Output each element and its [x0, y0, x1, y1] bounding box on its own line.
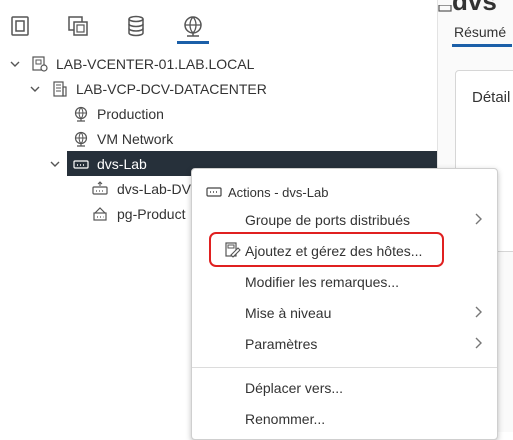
active-tab-indicator — [452, 44, 512, 47]
tree-node-vm-network[interactable]: VM Network — [0, 126, 437, 151]
menu-item-distributed-port-group[interactable]: Groupe de ports distribués — [192, 207, 497, 233]
menu-item-rename[interactable]: Renommer... — [192, 406, 497, 432]
menu-item-add-manage-hosts[interactable]: Ajoutez et gérez des hôtes... — [192, 238, 497, 264]
menu-item-label: Ajoutez et gérez des hôtes... — [245, 243, 423, 259]
tab-summary[interactable]: Résumé — [454, 24, 506, 40]
chevron-down-icon[interactable] — [9, 58, 21, 70]
portgroup-icon — [92, 206, 108, 222]
tree-node-label: LAB-VCENTER-01.LAB.LOCAL — [56, 55, 255, 72]
details-card-title: Détail — [472, 89, 511, 106]
chevron-right-icon — [473, 336, 483, 353]
navigator-tabs — [0, 0, 437, 44]
chevron-right-icon — [473, 305, 483, 322]
tree-node-datacenter[interactable]: LAB-VCP-DCV-DATACENTER — [0, 76, 437, 101]
menu-item-label: Paramètres — [245, 336, 318, 352]
tree-node-production[interactable]: Production — [0, 101, 437, 126]
tree-node-label: LAB-VCP-DCV-DATACENTER — [76, 80, 267, 97]
tree-node-label: VM Network — [97, 130, 174, 147]
menu-item-edit-notes[interactable]: Modifier les remarques... — [192, 269, 497, 295]
hosts-and-clusters-icon[interactable] — [6, 12, 34, 40]
storage-icon[interactable] — [122, 12, 150, 40]
distributed-switch-icon — [73, 156, 89, 172]
chevron-right-icon — [473, 212, 483, 229]
networking-icon[interactable] — [177, 12, 209, 44]
distributed-switch-icon — [206, 186, 222, 198]
context-menu: Actions - dvs-Lab Groupe de ports distri… — [191, 168, 498, 440]
tree-node-label: dvs-Lab — [97, 155, 147, 172]
tree-node-label: Production — [97, 105, 164, 122]
menu-item-label: Renommer... — [245, 411, 326, 427]
tree-node-label: dvs-Lab-DV — [117, 180, 191, 197]
vcenter-icon — [32, 55, 48, 72]
tree-node-vcenter[interactable]: LAB-VCENTER-01.LAB.LOCAL — [0, 51, 437, 76]
menu-item-label: Groupe de ports distribués — [245, 212, 410, 228]
menu-item-label: Mise à niveau — [245, 305, 332, 321]
context-menu-header: Actions - dvs-Lab — [206, 183, 328, 201]
chevron-down-icon[interactable] — [49, 158, 61, 170]
menu-item-settings[interactable]: Paramètres — [192, 331, 497, 357]
menu-item-label: Déplacer vers... — [245, 380, 344, 396]
vms-and-templates-icon[interactable] — [64, 12, 92, 40]
menu-item-move-to[interactable]: Déplacer vers... — [192, 375, 497, 401]
tree-node-label: pg-Product — [117, 205, 186, 222]
add-manage-hosts-icon — [225, 242, 241, 261]
distributed-switch-icon — [438, 0, 452, 18]
network-icon — [73, 131, 89, 147]
datacenter-icon — [52, 80, 68, 97]
menu-separator — [192, 367, 497, 368]
context-menu-title: Actions - dvs-Lab — [228, 184, 329, 200]
menu-item-upgrade[interactable]: Mise à niveau — [192, 300, 497, 326]
network-icon — [73, 106, 89, 122]
chevron-down-icon[interactable] — [29, 83, 41, 95]
uplink-portgroup-icon — [92, 180, 108, 197]
menu-item-label: Modifier les remarques... — [245, 274, 400, 290]
object-title: dvs — [452, 0, 497, 16]
